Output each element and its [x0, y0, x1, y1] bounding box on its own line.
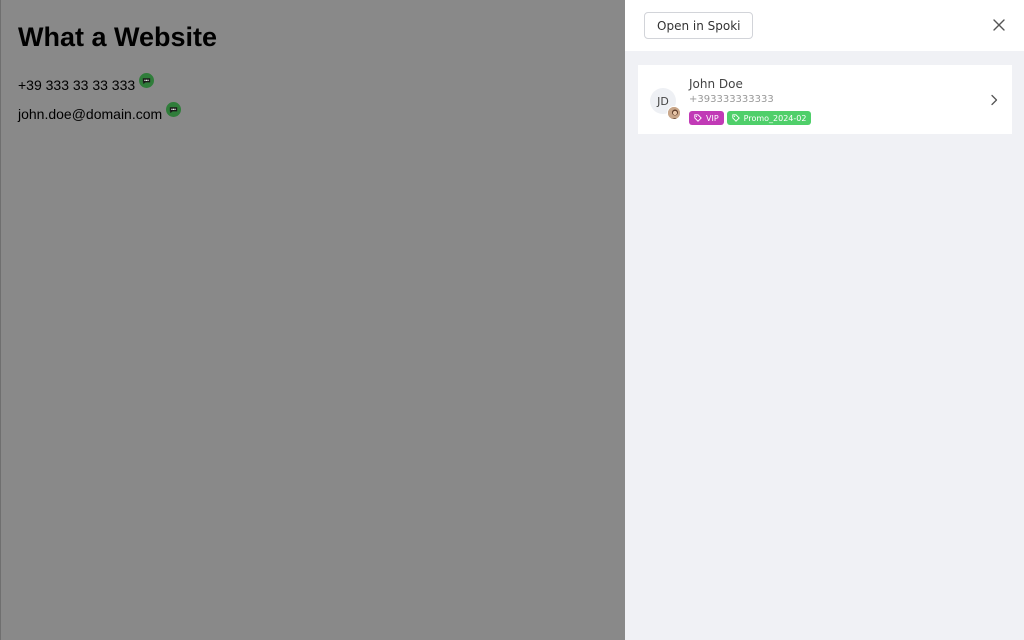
- website-email[interactable]: john.doe@domain.com: [18, 106, 162, 122]
- website-email-line: john.doe@domain.com: [18, 101, 182, 122]
- chat-bubble-icon[interactable]: [166, 101, 182, 117]
- tag-label: VIP: [706, 113, 719, 123]
- panel-header: Open in Spoki: [625, 0, 1024, 51]
- website-phone-line: +39 333 33 33 333: [18, 72, 155, 93]
- contact-phone: +393333333333: [689, 94, 774, 105]
- website-phone[interactable]: +39 333 33 33 333: [18, 77, 135, 93]
- tag-list: VIP Promo_2024-02: [689, 111, 812, 125]
- website-background: What a Website +39 333 33 33 333 john.do…: [0, 0, 625, 640]
- tag-label: Promo_2024-02: [743, 113, 807, 123]
- contact-card[interactable]: JD John Doe +393333333333 VIP Promo_2024…: [638, 65, 1012, 134]
- tag-promo: Promo_2024-02: [726, 111, 812, 125]
- close-icon[interactable]: [991, 17, 1007, 33]
- spoki-side-panel: Open in Spoki JD John Doe +393333333333 …: [625, 0, 1024, 640]
- open-in-spoki-button[interactable]: Open in Spoki: [644, 12, 754, 39]
- tag-icon: [694, 114, 702, 122]
- tag-icon: [732, 114, 740, 122]
- avatar-photo: [667, 106, 681, 120]
- website-title: What a Website: [18, 22, 218, 52]
- chat-bubble-icon[interactable]: [139, 72, 155, 88]
- tag-vip: VIP: [689, 111, 724, 125]
- contact-name: John Doe: [689, 77, 743, 91]
- chevron-right-icon[interactable]: [989, 94, 999, 106]
